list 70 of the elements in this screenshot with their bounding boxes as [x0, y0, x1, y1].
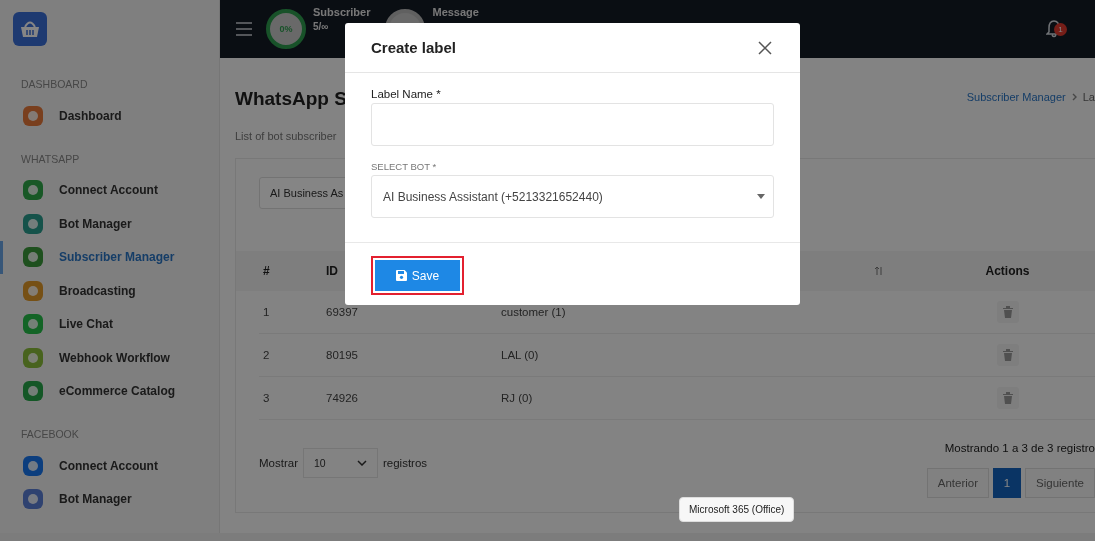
table-cell-text: RJ (0) [500, 392, 534, 404]
table-cell-text: LAL (0) [500, 349, 540, 361]
field-label: SELECT BOT * [371, 161, 438, 172]
table-cell-text: 2 [262, 349, 271, 361]
progress-ring: 0% [266, 9, 306, 49]
sidebar-item[interactable]: Dashboard [0, 99, 219, 133]
sidebar-item[interactable]: Bot Manager [0, 207, 219, 241]
sidebar-item[interactable]: Subscriber Manager [0, 240, 219, 274]
page-subtitle: List of bot subscriber [235, 130, 338, 142]
pagination-button[interactable]: Anterior [926, 468, 990, 498]
breadcrumb-link[interactable]: Subscriber Manager [966, 91, 1066, 103]
stat-label: Message [432, 6, 479, 18]
trash-icon [1002, 306, 1013, 318]
chevron-down-icon [357, 460, 367, 466]
close-icon[interactable] [758, 40, 772, 55]
sidebar-item[interactable]: eCommerce Catalog [0, 374, 219, 408]
bot-select[interactable]: AI Business Assistant (+5213321652440) [371, 175, 774, 218]
sort-icon[interactable] [875, 266, 883, 276]
table-info: Mostrando 1 a 3 de 3 registro [944, 442, 1095, 454]
sidebar-item[interactable]: Connect Account [0, 449, 219, 483]
stat-value: 5/∞ [313, 21, 330, 32]
app-icon [21, 487, 45, 512]
sidebar-item[interactable]: Broadcasting [0, 274, 219, 308]
sidebar-section-title: DASHBOARD [20, 77, 89, 92]
column-header[interactable]: Actions [985, 264, 1030, 278]
table-cell-text: 69397 [325, 306, 359, 318]
pagination-button[interactable]: Siguiente [1025, 468, 1095, 498]
app-icon [21, 245, 45, 270]
breadcrumb-current: La [1082, 91, 1095, 103]
app-icon [21, 312, 45, 337]
save-button[interactable]: Save [375, 260, 460, 291]
app-icon [21, 211, 45, 236]
sidebar-item[interactable]: Webhook Workflow [0, 341, 219, 375]
delete-button[interactable] [996, 301, 1019, 323]
modal-title: Create label [371, 39, 457, 56]
trash-icon [1002, 392, 1013, 404]
notification-badge: 1 [1054, 23, 1067, 36]
table-cell-text: 1 [262, 306, 271, 318]
basket-logo-icon[interactable] [13, 12, 47, 46]
sidebar-item[interactable]: Connect Account [0, 173, 219, 207]
page-size-select[interactable]: 10 [303, 448, 378, 478]
trash-icon [1002, 349, 1013, 361]
app-icon [21, 379, 45, 404]
table-cell-text: 80195 [325, 349, 359, 361]
app-icon [21, 345, 45, 370]
tooltip: Microsoft 365 (Office) [679, 497, 795, 522]
sidebar-item[interactable]: Bot Manager [0, 482, 219, 516]
sidebar-item[interactable]: Live Chat [0, 307, 219, 341]
table-cell-text: customer (1) [500, 306, 567, 318]
stat-label: Subscriber [313, 6, 371, 18]
app-icon [21, 278, 45, 303]
delete-button[interactable] [996, 387, 1019, 409]
menu-icon[interactable] [236, 22, 252, 36]
sidebar-section-title: FACEBOOK [20, 427, 80, 442]
pagination-button[interactable]: 1 [993, 468, 1022, 498]
column-header[interactable]: ID [326, 264, 338, 278]
length-label: registros [383, 457, 428, 469]
app-icon [21, 453, 45, 478]
app-icon [21, 103, 45, 128]
column-header[interactable]: # [263, 264, 270, 278]
delete-button[interactable] [996, 344, 1019, 366]
caret-icon [757, 194, 765, 199]
table-cell-text: 3 [262, 392, 271, 404]
chevron-right-icon [1071, 93, 1077, 101]
table-cell-text: 74926 [325, 392, 359, 404]
field-label: Label Name * [371, 88, 442, 100]
label-name-input[interactable] [371, 103, 774, 146]
app-icon [21, 178, 45, 203]
length-label: Mostrar [259, 457, 298, 469]
sidebar-section-title: WHATSAPP [20, 151, 81, 167]
